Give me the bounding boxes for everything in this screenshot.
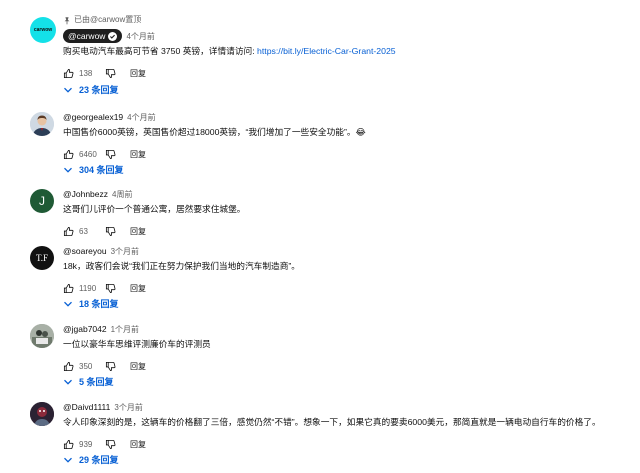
thumbs-up-icon[interactable] <box>63 361 74 372</box>
like-count: 6460 <box>79 149 97 159</box>
reply-button[interactable]: 回复 <box>130 361 146 372</box>
avatar[interactable] <box>30 324 54 348</box>
timestamp[interactable]: 3个月前 <box>111 246 139 257</box>
photo-avatar-image <box>30 324 54 348</box>
comment-text: 一位以豪华车思维评测廉价车的评测员 <box>63 339 211 349</box>
comment-actions: 1190 回复 <box>63 278 630 298</box>
thumbs-down-icon[interactable] <box>105 439 116 450</box>
pin-icon <box>64 16 70 24</box>
thumbs-up-icon[interactable] <box>63 68 74 79</box>
timestamp[interactable]: 4个月前 <box>126 31 154 42</box>
comment-body: @georgealex19 4个月前 中国售价6000英镑，英国售价超过1800… <box>63 110 630 164</box>
comment-header: @Johnbezz 4周前 <box>63 187 630 201</box>
thumbs-up-icon[interactable] <box>63 226 74 237</box>
thumbs-down-icon[interactable] <box>105 361 116 372</box>
author-name[interactable]: @Daivd1111 <box>63 402 110 412</box>
comment-header: @georgealex19 4个月前 <box>63 110 630 124</box>
reply-button[interactable]: 回复 <box>130 439 146 450</box>
avatar[interactable] <box>30 402 54 426</box>
comment-actions: 350 回复 <box>63 356 630 376</box>
like-count: 350 <box>79 361 93 371</box>
chevron-down-icon <box>64 379 72 385</box>
comment-body: @jgab7042 1个月前 一位以豪华车思维评测廉价车的评测员 350 回复 <box>63 322 630 376</box>
author-name[interactable]: @Johnbezz <box>63 189 108 199</box>
verified-check-icon <box>108 31 118 41</box>
author-badge[interactable]: @carwow <box>63 29 123 43</box>
thumbs-down-icon[interactable] <box>105 283 116 294</box>
author-name[interactable]: @soareyou <box>63 246 107 256</box>
chevron-down-icon <box>64 301 72 307</box>
chevron-down-icon <box>64 87 72 93</box>
person-avatar-image <box>30 112 54 136</box>
timestamp[interactable]: 4个月前 <box>127 112 155 123</box>
view-replies-button[interactable]: 18 条回复 <box>63 297 119 310</box>
comment-body: 已由@carwow置顶 @carwow 4个月前 购买电动汽车最高可节省 375… <box>63 14 630 83</box>
like-count: 1190 <box>79 283 97 293</box>
thumbs-down-icon[interactable] <box>105 226 116 237</box>
avatar[interactable]: T.F <box>30 246 54 270</box>
comment-body: @Daivd1111 3个月前 令人印象深刻的是，这辆车的价格翻了三倍，感觉仍然… <box>63 400 630 454</box>
comment-actions: 6460 回复 <box>63 144 630 164</box>
comment-header: @soareyou 3个月前 <box>63 244 630 258</box>
like-count: 63 <box>79 226 88 236</box>
comment-actions: 939 回复 <box>63 434 630 454</box>
comment-text: 中国售价6000英镑，英国售价超过18000英镑，“我们增加了一些安全功能”。😂 <box>63 127 366 137</box>
comment-actions: 63 回复 <box>63 221 630 241</box>
comment-text: 这哥们儿评价一个普通公寓，居然要求住城堡。 <box>63 204 246 214</box>
like-count: 939 <box>79 439 93 449</box>
view-replies-button[interactable]: 23 条回复 <box>63 83 119 96</box>
author-name[interactable]: @jgab7042 <box>63 324 107 334</box>
thumbs-up-icon[interactable] <box>63 439 74 450</box>
thumbs-down-icon[interactable] <box>105 149 116 160</box>
timestamp[interactable]: 1个月前 <box>111 324 139 335</box>
view-replies-button[interactable]: 29 条回复 <box>63 453 119 466</box>
avatar[interactable]: J <box>30 189 54 213</box>
pinned-label: 已由@carwow置顶 <box>63 14 630 26</box>
avatar[interactable] <box>30 112 54 136</box>
comment-text: 18k，政客们会说“我们正在努力保护我们当地的汽车制造商”。 <box>63 261 300 271</box>
timestamp[interactable]: 3个月前 <box>114 402 142 413</box>
comment-actions: 138 回复 <box>63 63 630 83</box>
thumbs-up-icon[interactable] <box>63 283 74 294</box>
reply-button[interactable]: 回复 <box>130 68 146 79</box>
reply-button[interactable]: 回复 <box>130 226 146 237</box>
chevron-down-icon <box>64 457 72 463</box>
comment-text: 购买电动汽车最高可节省 3750 英镑，详情请访问: https://bit.l… <box>63 46 396 56</box>
like-count: 138 <box>79 68 93 78</box>
timestamp[interactable]: 4周前 <box>112 189 132 200</box>
thumbs-down-icon[interactable] <box>105 68 116 79</box>
comment-body: @Johnbezz 4周前 这哥们儿评价一个普通公寓，居然要求住城堡。 63 回… <box>63 187 630 241</box>
comment-text: 令人印象深刻的是，这辆车的价格翻了三倍，感觉仍然“不错”。想象一下，如果它真的要… <box>63 417 601 427</box>
comment-header: @Daivd1111 3个月前 <box>63 400 630 414</box>
reply-button[interactable]: 回复 <box>130 149 146 160</box>
character-avatar-image <box>30 402 54 426</box>
view-replies-button[interactable]: 5 条回复 <box>63 375 114 388</box>
comment-link[interactable]: https://bit.ly/Electric-Car-Grant-2025 <box>257 46 396 56</box>
author-name[interactable]: @georgealex19 <box>63 112 123 122</box>
comment-header: @jgab7042 1个月前 <box>63 322 630 336</box>
comment-header: @carwow 4个月前 <box>63 29 630 43</box>
chevron-down-icon <box>64 167 72 173</box>
comment-body: @soareyou 3个月前 18k，政客们会说“我们正在努力保护我们当地的汽车… <box>63 244 630 298</box>
reply-button[interactable]: 回复 <box>130 283 146 294</box>
view-replies-button[interactable]: 304 条回复 <box>63 163 124 176</box>
avatar[interactable]: carwow <box>30 17 56 43</box>
thumbs-up-icon[interactable] <box>63 149 74 160</box>
